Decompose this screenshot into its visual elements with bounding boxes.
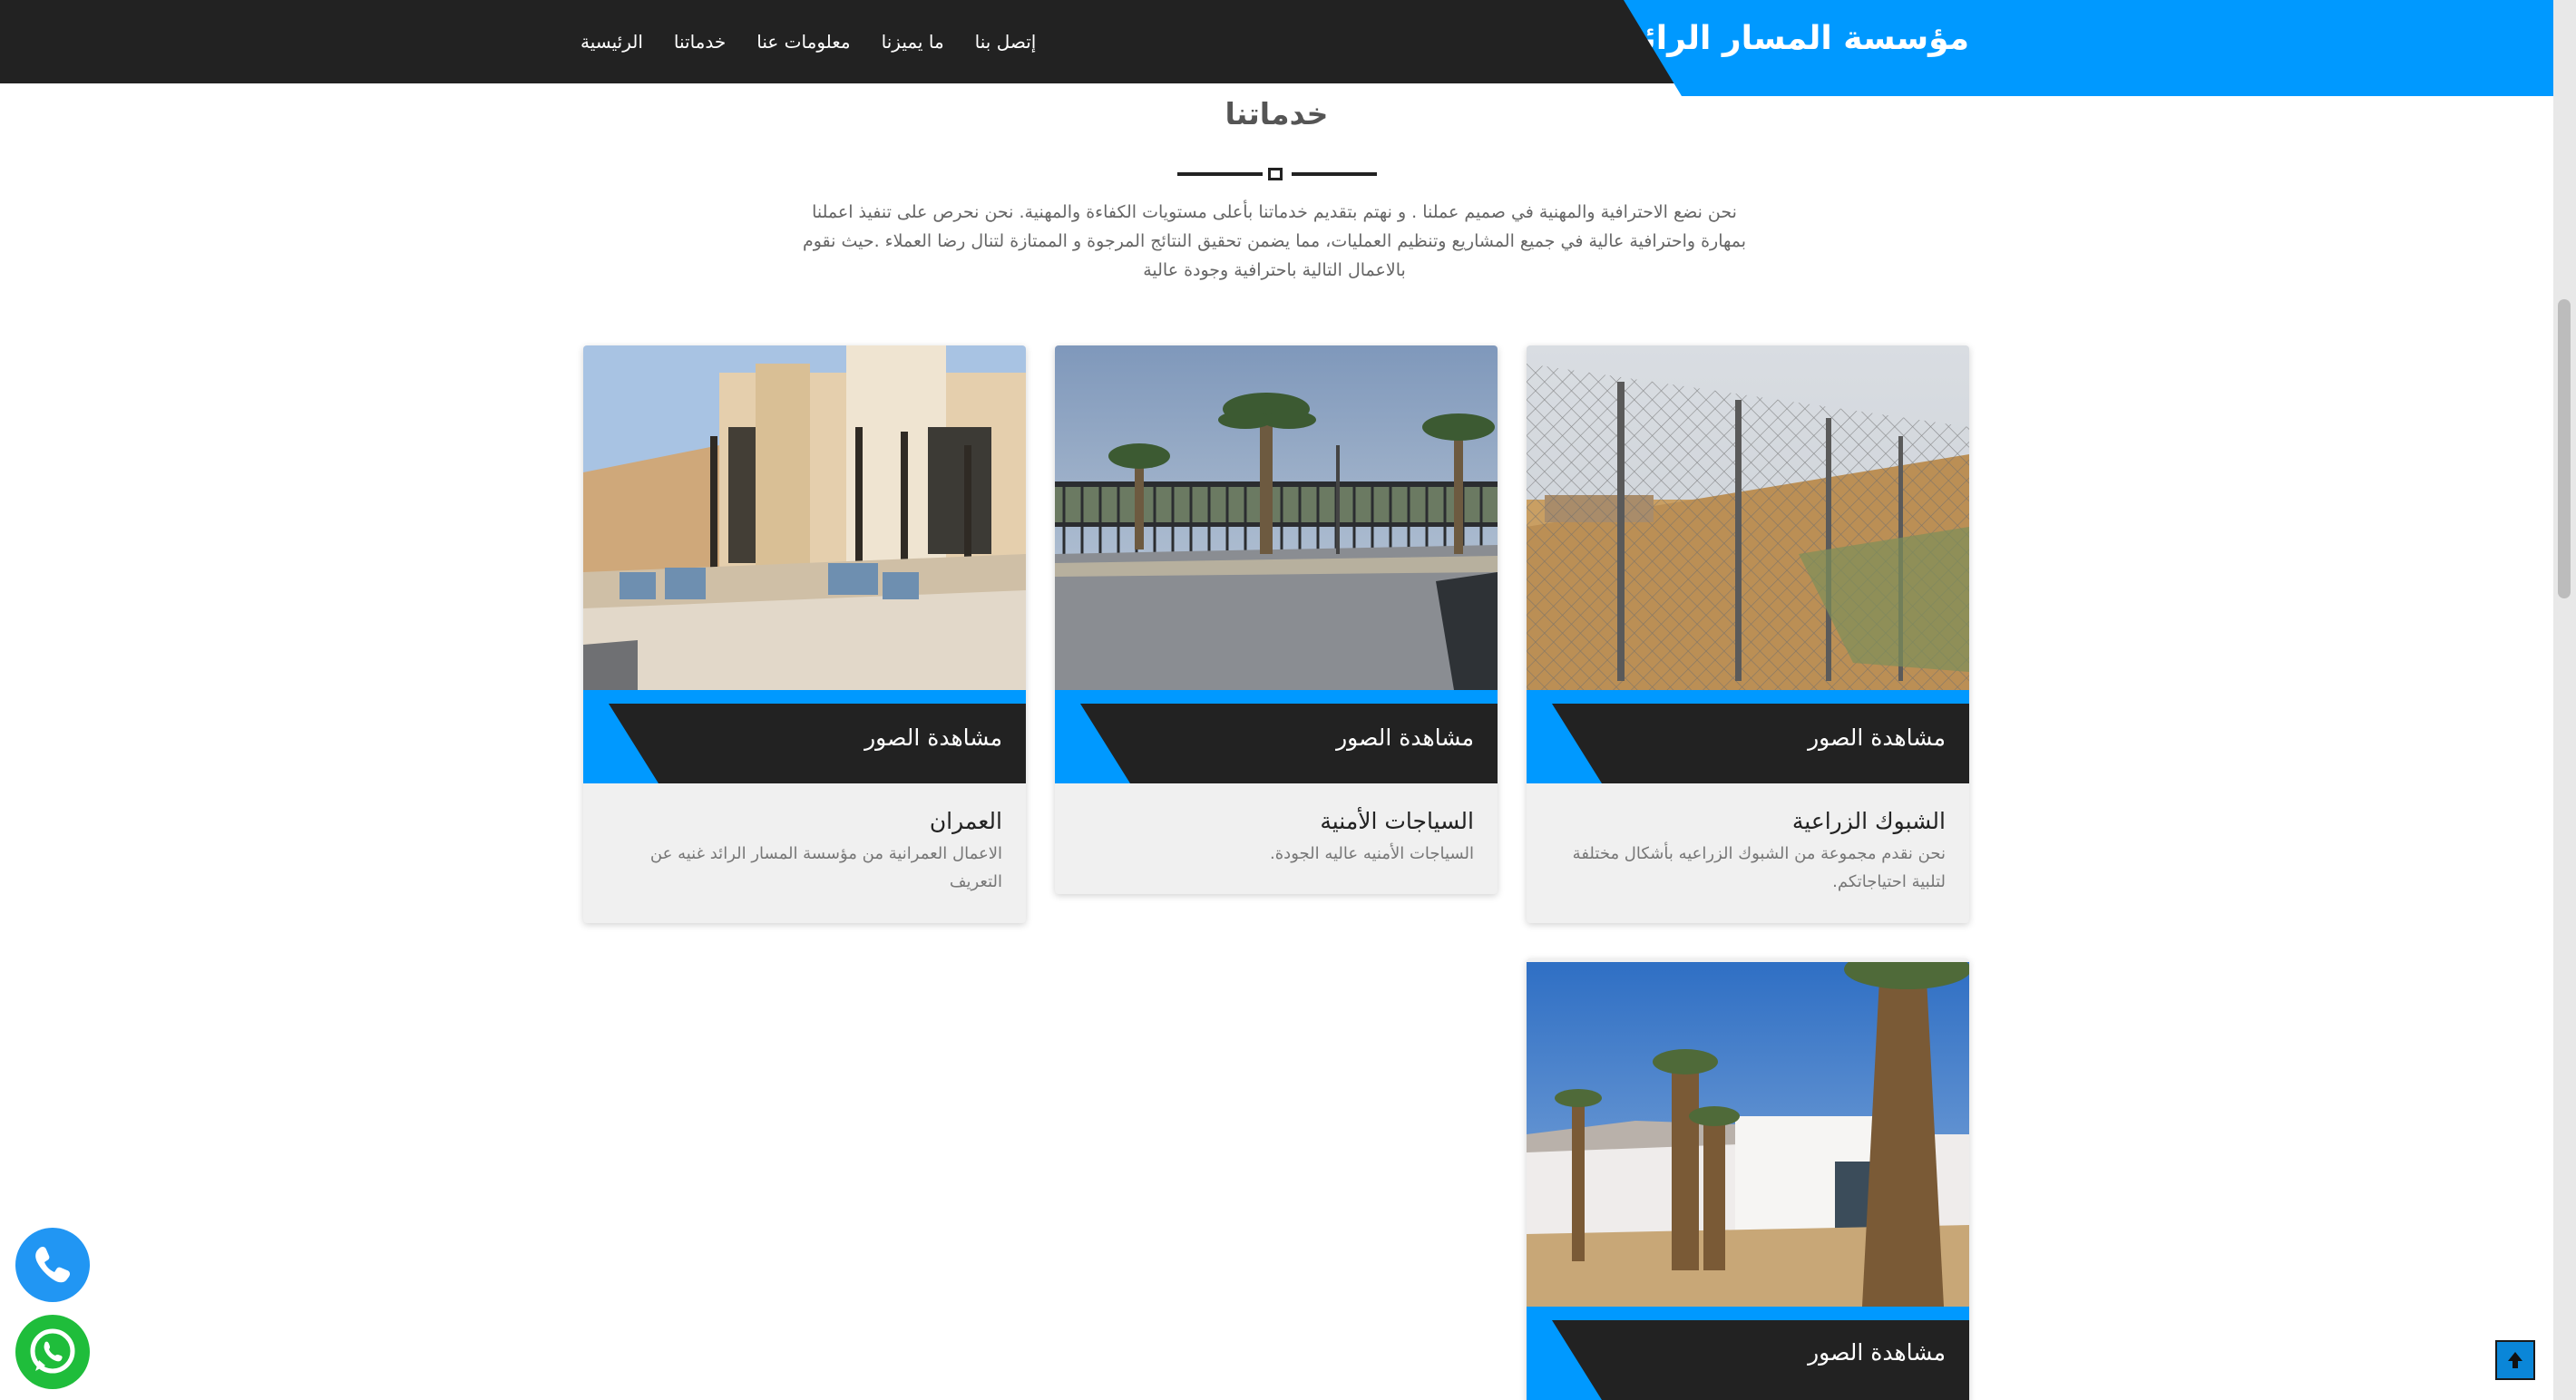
card-description: نحن نقدم مجموعة من الشبوك الزراعيه بأشكا… <box>1572 844 1946 891</box>
service-card-construction: مشاهدة الصور العمران الاعمال العمرانية م… <box>583 345 1026 923</box>
section-intro: نحن نضع الاحترافية والمهنية في صميم عملن… <box>802 202 1747 280</box>
card-title[interactable]: العمران <box>607 803 1002 840</box>
view-photos-button[interactable]: مشاهدة الصور <box>1336 724 1474 751</box>
whatsapp-icon <box>30 1328 75 1374</box>
nav-item-about[interactable]: معلومات عنا <box>756 31 850 53</box>
call-button[interactable] <box>15 1228 90 1302</box>
whatsapp-button[interactable] <box>15 1315 90 1389</box>
main-nav: الرئيسية خدماتنا معلومات عنا ما يميزنا إ… <box>581 0 1037 83</box>
service-card-agri-fences: مشاهدة الصور الشبوك الزراعية نحن نقدم مج… <box>1527 345 1969 923</box>
card-description: السياجات الأمنيه عاليه الجودة. <box>1270 844 1474 863</box>
card-title[interactable]: الشبوك الزراعية <box>1550 803 1946 840</box>
security-fence-photo[interactable] <box>1055 345 1498 690</box>
card-title[interactable]: السياجات الأمنية <box>1078 803 1474 840</box>
arrow-up-icon <box>2508 1352 2522 1368</box>
nav-item-features[interactable]: ما يميزنا <box>882 31 944 53</box>
scrollbar-thumb[interactable] <box>2558 299 2571 598</box>
card-description: الاعمال العمرانية من مؤسسة المسار الرائد… <box>649 844 1002 891</box>
palm-trees-photo[interactable] <box>1527 962 1969 1307</box>
scroll-to-top-button[interactable] <box>2495 1340 2535 1380</box>
construction-photo[interactable] <box>583 345 1026 690</box>
brand-name[interactable]: مؤسسة المسار الرائد <box>1625 20 1969 57</box>
service-card-security-fences: مشاهدة الصور السياجات الأمنية السياجات ا… <box>1055 345 1498 894</box>
page-scrollbar[interactable] <box>2553 0 2576 1400</box>
phone-icon <box>35 1246 71 1283</box>
nav-item-contact[interactable]: إتصل بنا <box>975 31 1037 53</box>
title-divider <box>1177 165 1377 183</box>
agri-fence-photo[interactable] <box>1527 345 1969 690</box>
view-photos-button[interactable]: مشاهدة الصور <box>864 724 1002 751</box>
service-card-landscaping: مشاهدة الصور <box>1527 958 1969 1400</box>
section-title: خدماتنا <box>1225 96 1329 131</box>
brand-banner[interactable]: مؤسسة المسار الرائد <box>1624 0 2553 96</box>
nav-item-services[interactable]: خدماتنا <box>674 31 726 53</box>
view-photos-button[interactable]: مشاهدة الصور <box>1808 724 1946 751</box>
nav-item-home[interactable]: الرئيسية <box>581 31 643 53</box>
view-photos-button[interactable]: مشاهدة الصور <box>1808 1339 1946 1366</box>
page: مؤسسة المسار الرائد الرئيسية خدماتنا معل… <box>0 0 2553 1400</box>
